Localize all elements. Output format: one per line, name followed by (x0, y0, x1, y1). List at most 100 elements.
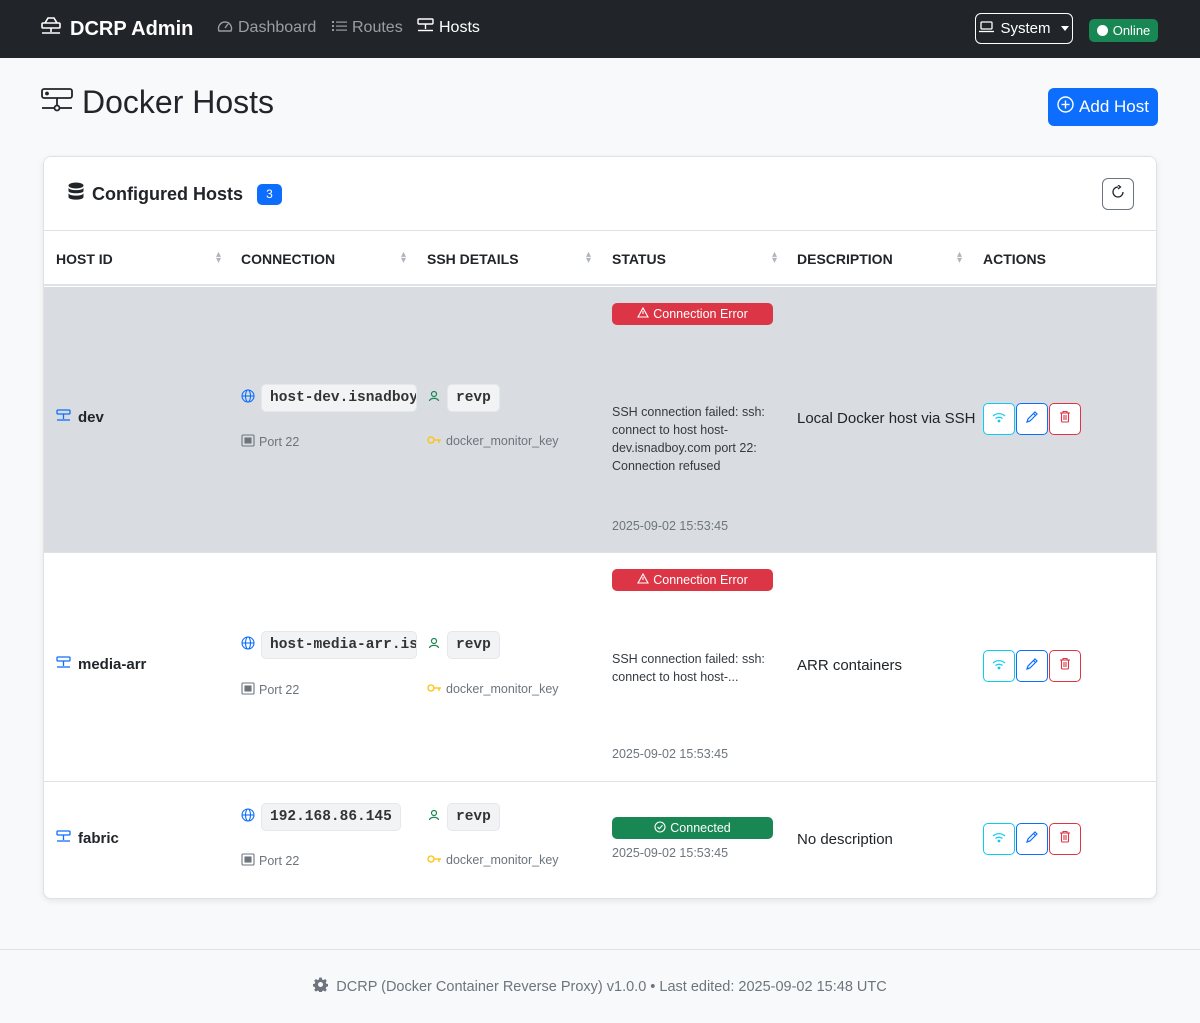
status-label: Connection Error (653, 307, 748, 321)
trash-icon (1059, 657, 1071, 675)
delete-host-button[interactable] (1049, 403, 1081, 435)
brand-label: DCRP Admin (70, 17, 194, 40)
hdd-network-icon (56, 656, 71, 673)
connection-cell: host-dev.isnadboy.com (241, 384, 421, 412)
speedometer-icon (217, 19, 233, 38)
table-row[interactable]: media-arr host-media-arr.isnadboy.com Po… (44, 554, 1156, 782)
ssh-username: revp (447, 631, 500, 659)
test-connection-button[interactable] (983, 403, 1015, 435)
theme-label: System (1000, 20, 1051, 37)
test-connection-button[interactable] (983, 650, 1015, 682)
sort-icon[interactable]: ▴ ▾ (586, 250, 591, 266)
sort-icon[interactable]: ▴ ▾ (401, 250, 406, 266)
online-status-badge: Online (1089, 19, 1158, 42)
column-header-host-id[interactable]: HOST ID (56, 251, 113, 267)
status-badge: Connection Error (612, 569, 773, 591)
edit-host-button[interactable] (1016, 823, 1048, 855)
port-info: Port 22 (241, 434, 299, 450)
column-header-actions: ACTIONS (983, 251, 1046, 267)
edit-host-button[interactable] (1016, 650, 1048, 682)
page-title: Docker Hosts (40, 84, 274, 120)
column-header-status[interactable]: STATUS (612, 251, 666, 267)
host-id: dev (78, 409, 104, 426)
table-row[interactable]: fabric 192.168.86.145 Port 22 revp docke… (44, 783, 1156, 898)
ssh-user: revp (427, 631, 500, 659)
card-title-text: Configured Hosts (92, 183, 243, 204)
column-header-description[interactable]: DESCRIPTION (797, 251, 893, 267)
host-address: host-media-arr.isnadboy.com (261, 631, 417, 659)
row-actions (983, 403, 1081, 435)
delete-host-button[interactable] (1049, 650, 1081, 682)
ethernet-icon (241, 434, 255, 450)
nav-dashboard[interactable]: Dashboard (217, 18, 316, 38)
nav-routes-label: Routes (352, 19, 403, 36)
column-header-connection[interactable]: CONNECTION (241, 251, 335, 267)
card-title: Configured Hosts 3 (68, 181, 282, 207)
status-label: Connection Error (653, 573, 748, 587)
port-info: Port 22 (241, 853, 299, 869)
person-icon (427, 636, 441, 655)
status-badge: Connected (612, 817, 773, 839)
port-label: Port 22 (259, 683, 300, 697)
host-description: Local Docker host via SSH (797, 410, 976, 427)
connection-cell: 192.168.86.145 (241, 803, 401, 831)
theme-dropdown-button[interactable]: System (975, 13, 1073, 44)
nav-routes[interactable]: Routes (332, 18, 403, 38)
column-header-ssh-details[interactable]: SSH DETAILS (427, 251, 519, 267)
ssh-username: revp (447, 803, 500, 831)
sort-icon[interactable]: ▴ ▾ (957, 250, 962, 266)
ssh-username: revp (447, 384, 500, 412)
ssh-key: docker_monitor_key (427, 682, 559, 696)
warning-icon (637, 572, 650, 587)
wifi-icon (992, 410, 1006, 428)
trash-icon (1059, 410, 1071, 428)
status-label: Connected (670, 821, 731, 835)
host-id-cell: dev (56, 409, 104, 426)
port-label: Port 22 (259, 854, 300, 868)
host-address: host-dev.isnadboy.com (261, 384, 417, 412)
test-connection-button[interactable] (983, 823, 1015, 855)
page-footer: DCRP (Docker Container Reverse Proxy) v1… (0, 949, 1200, 1023)
key-icon (427, 853, 442, 867)
row-actions (983, 823, 1081, 855)
globe-icon (241, 635, 255, 655)
check-circle-icon (654, 820, 666, 836)
nav-hosts-label: Hosts (439, 19, 480, 36)
hdd-network-icon (56, 409, 71, 426)
pencil-icon (1025, 410, 1039, 429)
key-icon (427, 434, 442, 448)
host-address: 192.168.86.145 (261, 803, 401, 831)
status-message: SSH connection failed: ssh: connect to h… (612, 652, 765, 684)
top-navbar: DCRP Admin Dashboard Routes Hosts System… (0, 0, 1200, 58)
table-row[interactable]: dev host-dev.isnadboy.com Port 22 revp d… (44, 287, 1156, 553)
brand[interactable]: DCRP Admin (40, 17, 193, 41)
database-icon (68, 182, 84, 206)
nav-dashboard-label: Dashboard (238, 19, 317, 36)
status-message: SSH connection failed: ssh: connect to h… (612, 405, 765, 473)
hdd-network-icon (417, 18, 434, 38)
nav-hosts[interactable]: Hosts (417, 18, 480, 38)
port-label: Port 22 (259, 435, 300, 449)
person-icon (427, 808, 441, 827)
page-title-text: Docker Hosts (82, 83, 275, 120)
add-host-button[interactable]: Add Host (1048, 88, 1158, 126)
caret-down-icon (1060, 26, 1069, 31)
wifi-icon (992, 657, 1006, 675)
sort-icon[interactable]: ▴ ▾ (216, 250, 221, 266)
delete-host-button[interactable] (1049, 823, 1081, 855)
status-timestamp: 2025-09-02 15:53:45 (612, 846, 729, 860)
add-host-label: Add Host (1079, 97, 1149, 116)
connection-cell: host-media-arr.isnadboy.com (241, 631, 421, 659)
warning-icon (637, 306, 650, 321)
ssh-user: revp (427, 384, 500, 412)
plus-circle-icon (1057, 96, 1074, 118)
ssh-key-label: docker_monitor_key (446, 853, 559, 867)
refresh-icon (1111, 183, 1125, 204)
sort-icon[interactable]: ▴ ▾ (772, 250, 777, 266)
refresh-button[interactable] (1102, 178, 1134, 210)
edit-host-button[interactable] (1016, 403, 1048, 435)
gear-icon (312, 977, 329, 996)
ssh-key: docker_monitor_key (427, 434, 559, 448)
person-icon (427, 389, 441, 408)
list-icon (332, 19, 347, 37)
